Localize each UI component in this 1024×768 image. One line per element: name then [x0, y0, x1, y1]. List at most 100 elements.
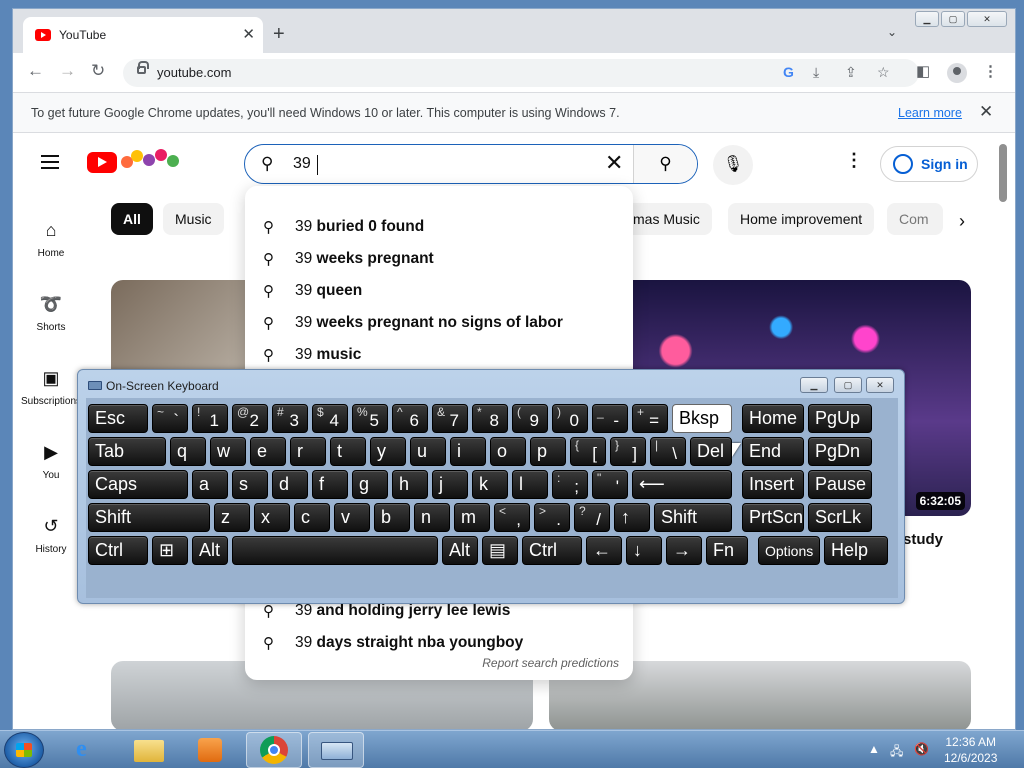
key-del[interactable]: Del [690, 437, 732, 466]
key-j[interactable]: j [432, 470, 468, 499]
key-shift[interactable]: Shift [654, 503, 732, 532]
sidebar-item-home[interactable]: ⌂ Home [13, 220, 89, 259]
clear-search-icon[interactable]: ✕ [605, 150, 623, 176]
show-hidden-icons[interactable]: ▲ [868, 742, 880, 756]
key-:;[interactable]: :; [552, 470, 588, 499]
clock[interactable]: 12:36 AM 12/6/2023 [944, 734, 997, 766]
key-prtscn[interactable]: PrtScn [742, 503, 804, 532]
key-w[interactable]: w [210, 437, 246, 466]
key-@2[interactable]: @2 [232, 404, 268, 433]
key-alt[interactable]: Alt [442, 536, 478, 565]
key-space[interactable] [232, 536, 438, 565]
key-?/[interactable]: ? / [574, 503, 610, 532]
suggestion-item[interactable]: ⚲ 39 buried 0 found [245, 211, 633, 243]
key-r[interactable]: r [290, 437, 326, 466]
side-panel-icon[interactable]: ◧ [916, 62, 930, 80]
key-o[interactable]: o [490, 437, 526, 466]
suggestion-item[interactable]: ⚲ 39 weeks pregnant [245, 243, 633, 275]
key-c[interactable]: c [294, 503, 330, 532]
key-y[interactable]: y [370, 437, 406, 466]
key-<,[interactable]: <, [494, 503, 530, 532]
taskbar-ie[interactable]: e [62, 732, 118, 768]
key-caps[interactable]: Caps [88, 470, 188, 499]
key-d[interactable]: d [272, 470, 308, 499]
volume-muted-icon[interactable]: 🔇 [914, 742, 929, 756]
chevron-right-icon[interactable]: › [959, 211, 965, 232]
video-title[interactable]: study [903, 531, 943, 548]
key-m[interactable]: m [454, 503, 490, 532]
key-)0[interactable]: ) 0 [552, 404, 588, 433]
back-icon[interactable]: ← [27, 61, 44, 81]
suggestion-item[interactable]: ⚲ 39 weeks pregnant no signs of labor [245, 307, 633, 339]
taskbar-media-player[interactable] [182, 732, 238, 768]
key-%5[interactable]: % 5 [352, 404, 388, 433]
key-q[interactable]: q [170, 437, 206, 466]
page-scrollbar[interactable] [999, 144, 1007, 202]
key-f[interactable]: f [312, 470, 348, 499]
key-u[interactable]: u [410, 437, 446, 466]
key-ctrl[interactable]: Ctrl [88, 536, 148, 565]
key-$4[interactable]: $4 [312, 404, 348, 433]
taskbar-explorer[interactable] [122, 732, 178, 768]
key-~`[interactable]: ~ ` [152, 404, 188, 433]
profile-avatar-icon[interactable] [947, 63, 967, 83]
key-home[interactable]: Home [742, 404, 804, 433]
key-esc[interactable]: Esc [88, 404, 148, 433]
key-options[interactable]: Options [758, 536, 820, 565]
key-ctrl[interactable]: Ctrl [522, 536, 582, 565]
key-pgdn[interactable]: PgDn [808, 437, 872, 466]
key-alt[interactable]: Alt [192, 536, 228, 565]
suggestion-item[interactable]: ⚲ 39 queen [245, 275, 633, 307]
key-g[interactable]: g [352, 470, 388, 499]
key-h[interactable]: h [392, 470, 428, 499]
key-t[interactable]: t [330, 437, 366, 466]
osk-maximize-button[interactable]: ▢ [834, 377, 862, 393]
key-→[interactable]: → [666, 536, 702, 565]
lock-icon[interactable] [137, 61, 149, 74]
key-↓[interactable]: ↓ [626, 536, 662, 565]
key-▤[interactable]: ▤ [482, 536, 518, 565]
key-fn[interactable]: Fn [706, 536, 748, 565]
key-!1[interactable]: ! 1 [192, 404, 228, 433]
key-pgup[interactable]: PgUp [808, 404, 872, 433]
learn-more-link[interactable]: Learn more [898, 106, 962, 120]
tab-youtube[interactable]: YouTube ✕ [23, 17, 263, 53]
key-insert[interactable]: Insert [742, 470, 804, 499]
chip-all[interactable]: All [111, 203, 153, 235]
key-b[interactable]: b [374, 503, 410, 532]
voice-search-button[interactable]: 🎙 [713, 145, 753, 185]
key-scrlk[interactable]: ScrLk [808, 503, 872, 532]
share-icon[interactable]: ⇪ [845, 64, 857, 81]
install-app-icon[interactable]: ⤓ [813, 64, 819, 81]
key-⟵[interactable]: ⟵ [632, 470, 732, 499]
address-bar[interactable]: youtube.com G ⤓ ⇪ ☆ [123, 59, 919, 87]
chip-christmas-music[interactable]: mas Music [631, 203, 712, 235]
menu-icon[interactable] [41, 155, 59, 169]
key-{[[interactable]: {[ [570, 437, 606, 466]
key-⊞[interactable]: ⊞ [152, 536, 188, 565]
settings-menu-icon[interactable]: ⋮ [845, 150, 863, 171]
key-tab[interactable]: Tab [88, 437, 166, 466]
key-i[interactable]: i [450, 437, 486, 466]
youtube-logo[interactable] [87, 152, 117, 173]
key-^6[interactable]: ^ 6 [392, 404, 428, 433]
start-button[interactable] [4, 732, 44, 768]
key-k[interactable]: k [472, 470, 508, 499]
suggestion-item[interactable]: ⚲ 39 days straight nba youngboy [245, 627, 633, 659]
key-_-[interactable]: _ - [592, 404, 628, 433]
key-"'[interactable]: " ' [592, 470, 628, 499]
network-icon[interactable]: 🖧 [890, 742, 903, 763]
key-+=[interactable]: + = [632, 404, 668, 433]
google-lens-icon[interactable]: G [783, 64, 794, 80]
minimize-button[interactable]: ▁ [915, 11, 939, 27]
key-help[interactable]: Help [824, 536, 888, 565]
report-predictions-link[interactable]: Report search predictions [482, 656, 619, 670]
key-n[interactable]: n [414, 503, 450, 532]
search-input[interactable]: 39 [293, 155, 311, 173]
taskbar-chrome[interactable] [246, 732, 302, 768]
tab-close-icon[interactable]: ✕ [242, 25, 255, 43]
key-e[interactable]: e [250, 437, 286, 466]
key-a[interactable]: a [192, 470, 228, 499]
taskbar-osk[interactable] [308, 732, 364, 768]
key-shift[interactable]: Shift [88, 503, 210, 532]
